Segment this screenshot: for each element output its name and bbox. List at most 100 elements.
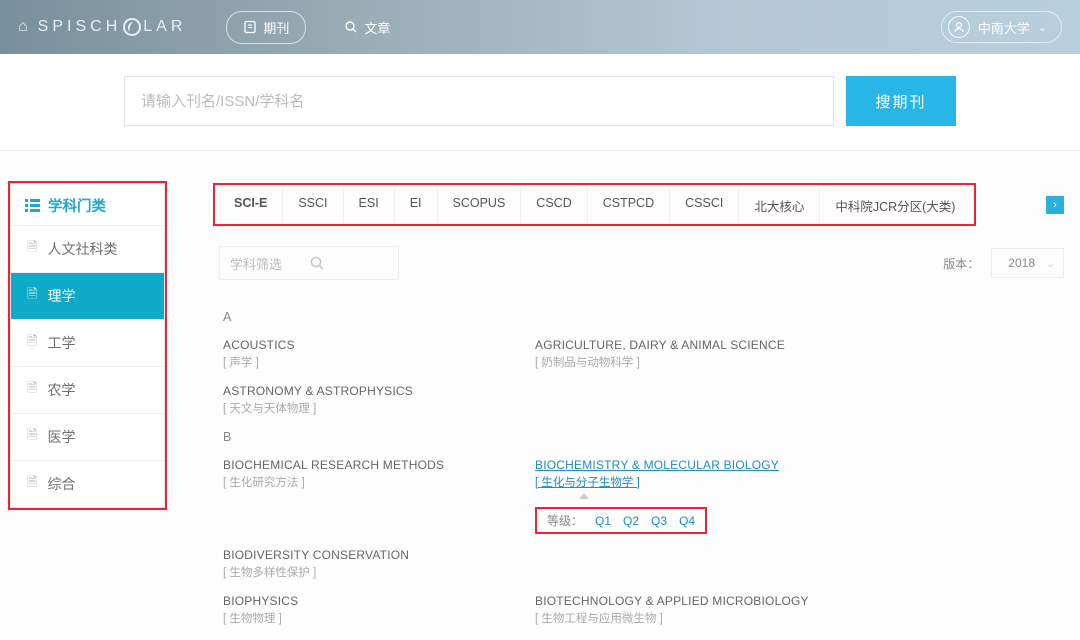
discipline-subtitle: [ 生物物理 ]	[223, 610, 535, 626]
sidebar-item[interactable]: 工学	[11, 320, 164, 367]
rank-label: 等级：	[547, 512, 583, 529]
sidebar-item[interactable]: 人文社科类	[11, 226, 164, 273]
filter-bar: 学科筛选 版本： 2018 ⌄	[213, 240, 1064, 298]
sidebar-item-label: 农学	[47, 380, 75, 400]
index-tab[interactable]: 北大核心	[739, 187, 820, 224]
nav-articles[interactable]: 文章	[328, 12, 406, 43]
version-value: 2018	[1008, 256, 1035, 270]
nav-label: 文章	[364, 18, 390, 37]
sidebar: 学科门类 人文社科类理学工学农学医学综合	[10, 183, 165, 508]
discipline-title[interactable]: BIOCHEMISTRY & MOLECULAR BIOLOGY	[535, 458, 847, 472]
index-tab[interactable]: SSCI	[283, 187, 343, 224]
home-icon: ⌂	[18, 18, 32, 36]
index-tab[interactable]: EI	[395, 187, 438, 224]
discipline-title: ACOUSTICS	[223, 338, 535, 352]
index-tab[interactable]: CSSCI	[670, 187, 739, 224]
rank-item[interactable]: Q3	[651, 514, 667, 528]
discipline-title: BIOTECHNOLOGY & APPLIED MICROBIOLOGY	[535, 594, 847, 608]
sidebar-item-label: 医学	[47, 427, 75, 447]
discipline-cell: BIOCHEMISTRY & MOLECULAR BIOLOGY [ 生化与分子生…	[535, 458, 847, 534]
sidebar-title: 学科门类	[11, 184, 164, 226]
version-picker: 版本： 2018 ⌄	[943, 248, 1064, 278]
discipline-subtitle: [ 奶制品与动物科学 ]	[535, 354, 847, 370]
top-nav: 期刊 文章	[226, 11, 406, 44]
index-tab[interactable]: CSCD	[521, 187, 587, 224]
index-tab[interactable]: CSTPCD	[588, 187, 670, 224]
discipline-row: BIOPHYSICS[ 生物物理 ]BIOTECHNOLOGY & APPLIE…	[223, 594, 1064, 626]
chevron-down-icon: ⌄	[1046, 257, 1055, 270]
discipline-subtitle[interactable]: [ 生化与分子生物学 ]	[535, 474, 847, 490]
document-icon	[27, 426, 37, 448]
rank-item[interactable]: Q4	[679, 514, 695, 528]
journal-icon	[243, 20, 257, 34]
index-tab[interactable]: SCOPUS	[438, 187, 522, 224]
tabs-next-button[interactable]: ›	[1046, 196, 1064, 214]
discipline-subtitle: [ 声学 ]	[223, 354, 535, 370]
tabs-row: SCI-ESSCIESIEISCOPUSCSCDCSTPCDCSSCI北大核心中…	[213, 183, 1064, 226]
discipline-title: ASTRONOMY & ASTROPHYSICS	[223, 384, 535, 398]
sidebar-item[interactable]: 医学	[11, 414, 164, 461]
discipline-title: AGRICULTURE, DAIRY & ANIMAL SCIENCE	[535, 338, 847, 352]
main: SCI-ESSCIESIEISCOPUSCSCDCSTPCDCSSCI北大核心中…	[213, 183, 1064, 640]
avatar-icon	[948, 16, 970, 38]
sidebar-item-label: 人文社科类	[47, 239, 117, 259]
discipline-cell: ACOUSTICS [ 声学 ]	[223, 338, 535, 370]
discipline-subtitle: [ 天文与天体物理 ]	[223, 400, 535, 416]
rank-item[interactable]: Q1	[595, 514, 611, 528]
globe-icon	[123, 18, 141, 36]
chevron-down-icon: ⌄	[1038, 21, 1047, 34]
document-icon	[27, 238, 37, 260]
nav-label: 期刊	[263, 18, 289, 37]
letter-heading: B	[223, 430, 1064, 444]
sidebar-item[interactable]: 理学	[11, 273, 164, 320]
discipline-cell: BIOTECHNOLOGY & APPLIED MICROBIOLOGY [ 生物…	[535, 594, 847, 626]
discipline-cell: BIODIVERSITY CONSERVATION [ 生物多样性保护 ]	[223, 548, 535, 580]
discipline-cell: ASTRONOMY & ASTROPHYSICS [ 天文与天体物理 ]	[223, 384, 535, 416]
search-input[interactable]	[124, 76, 834, 126]
version-select[interactable]: 2018 ⌄	[991, 248, 1064, 278]
discipline-row: ASTRONOMY & ASTROPHYSICS [ 天文与天体物理 ]	[223, 384, 1064, 416]
list-icon	[25, 199, 40, 212]
content: 学科门类 人文社科类理学工学农学医学综合 SCI-ESSCIESIEISCOPU…	[0, 151, 1080, 640]
discipline-subtitle: [ 生物多样性保护 ]	[223, 564, 535, 580]
discipline-title: BIODIVERSITY CONSERVATION	[223, 548, 535, 562]
index-tab[interactable]: SCI-E	[219, 187, 283, 224]
user-name: 中南大学	[978, 18, 1030, 37]
discipline-title: BIOCHEMICAL RESEARCH METHODS	[223, 458, 535, 472]
discipline-subtitle: [ 生物工程与应用微生物 ]	[535, 610, 847, 626]
caret-up-icon	[579, 493, 589, 499]
logo[interactable]: ⌂ SPISCH LAR	[18, 18, 186, 36]
search-icon	[344, 20, 358, 34]
chevron-right-icon: ›	[1053, 199, 1057, 211]
version-label: 版本：	[943, 255, 979, 272]
filter-placeholder: 学科筛选	[230, 254, 309, 273]
search-bar: 搜期刊	[0, 54, 1080, 151]
user-menu[interactable]: 中南大学 ⌄	[941, 11, 1062, 43]
nav-journals[interactable]: 期刊	[226, 11, 306, 44]
sidebar-item-label: 工学	[47, 333, 75, 353]
sidebar-item[interactable]: 农学	[11, 367, 164, 414]
discipline-row: BIODIVERSITY CONSERVATION [ 生物多样性保护 ]	[223, 548, 1064, 580]
discipline-filter[interactable]: 学科筛选	[219, 246, 399, 280]
sidebar-item-label: 综合	[47, 474, 75, 494]
discipline-row: ACOUSTICS [ 声学 ]AGRICULTURE, DAIRY & ANIM…	[223, 338, 1064, 370]
document-icon	[27, 473, 37, 495]
document-icon	[27, 285, 37, 307]
rank-box: 等级： Q1 Q2 Q3 Q4	[535, 507, 707, 534]
sidebar-item[interactable]: 综合	[11, 461, 164, 507]
document-icon	[27, 332, 37, 354]
header-bar: ⌂ SPISCH LAR 期刊 文章 中南大学 ⌄	[0, 0, 1080, 54]
sidebar-item-label: 理学	[47, 286, 75, 306]
index-tab[interactable]: 中科院JCR分区(大类)	[820, 187, 970, 224]
discipline-cell: BIOPHYSICS[ 生物物理 ]	[223, 594, 535, 626]
logo-text: SPISCH	[38, 18, 122, 36]
discipline-cell: BIOCHEMICAL RESEARCH METHODS[ 生化研究方法 ]	[223, 458, 535, 534]
discipline-cell	[535, 384, 847, 416]
rank-item[interactable]: Q2	[623, 514, 639, 528]
index-tab[interactable]: ESI	[344, 187, 395, 224]
logo-text-tail: LAR	[143, 18, 186, 36]
search-button[interactable]: 搜期刊	[846, 76, 956, 126]
index-tabs: SCI-ESSCIESIEISCOPUSCSCDCSTPCDCSSCI北大核心中…	[213, 183, 976, 226]
discipline-list: AACOUSTICS[ 声学 ]AGRICULTURE, DAIRY & ANI…	[213, 310, 1064, 626]
sidebar-title-text: 学科门类	[48, 195, 106, 216]
